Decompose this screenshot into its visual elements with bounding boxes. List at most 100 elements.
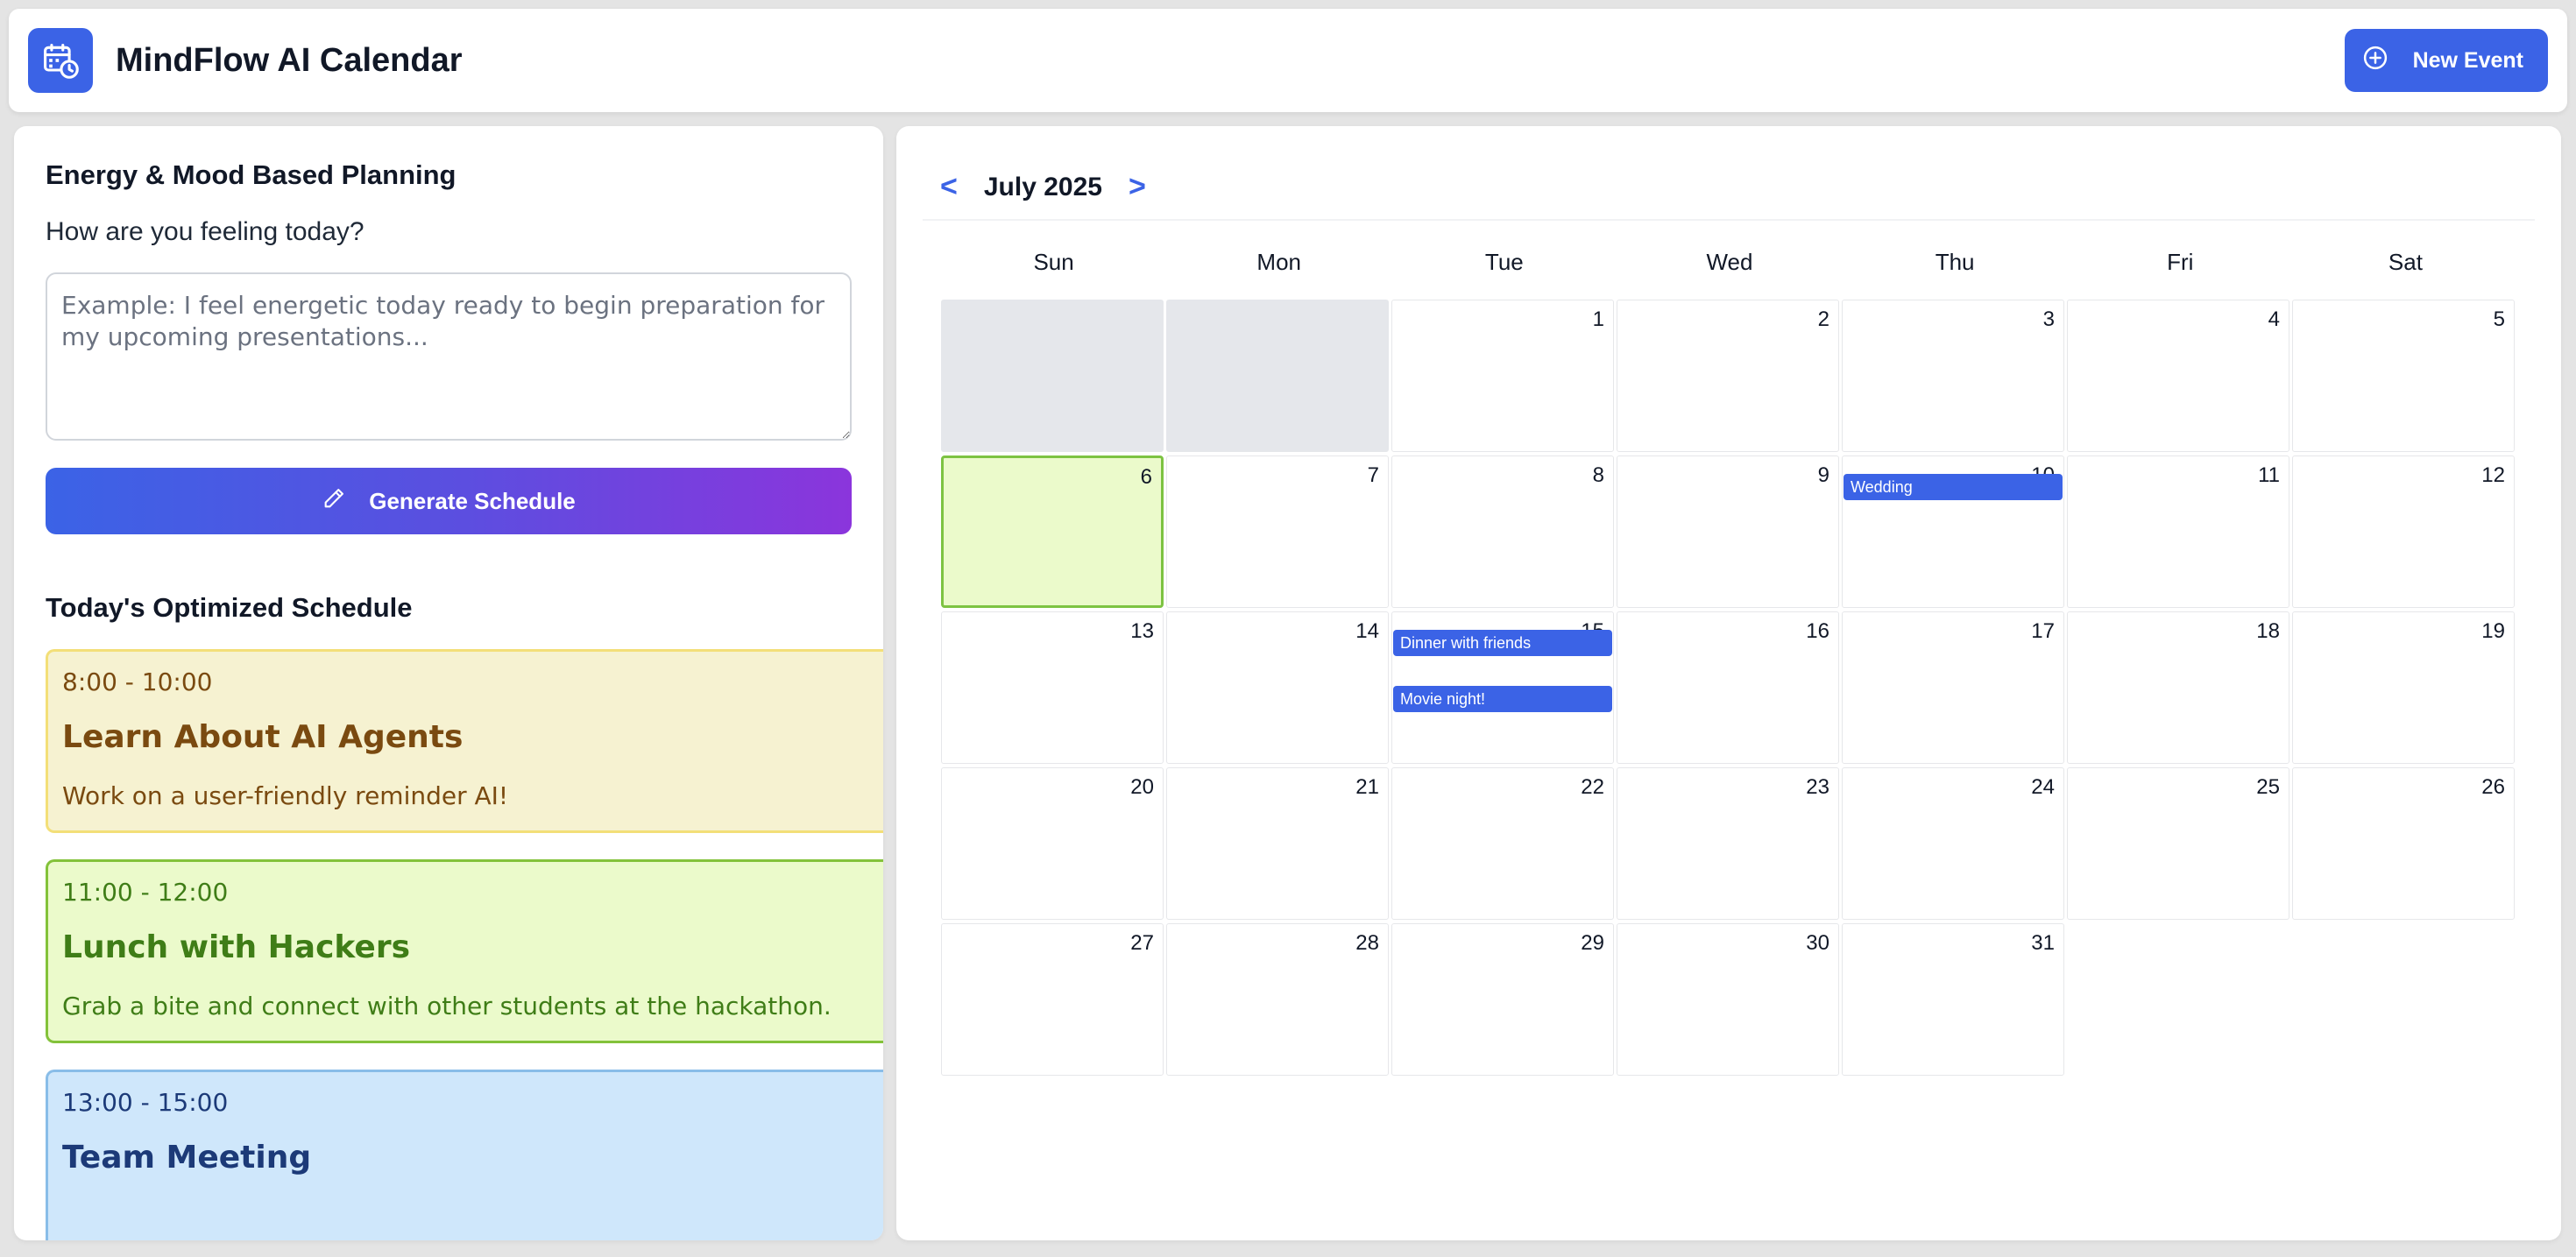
weekday-label: Fri	[2167, 249, 2194, 275]
calendar-day[interactable]: 27	[941, 923, 1164, 1076]
calendar-event[interactable]: Dinner with friends	[1393, 630, 1612, 656]
calendar-day[interactable]: 2	[1617, 300, 1839, 452]
day-number: 21	[1355, 775, 1379, 799]
calendar-day[interactable]: 16	[1617, 611, 1839, 764]
calendar-day[interactable]: 3	[1842, 300, 2064, 452]
schedule-card[interactable]: 11:00 - 12:00 Lunch with Hackers Grab a …	[46, 859, 883, 1043]
month-label: July 2025	[983, 172, 1102, 201]
day-number: 24	[2031, 775, 2055, 799]
calendar-day[interactable]: 28	[1166, 923, 1389, 1076]
weekday-label: Sat	[2388, 249, 2423, 275]
new-event-label: New Event	[2412, 47, 2523, 73]
pencil-icon	[322, 486, 346, 517]
day-number: 19	[2481, 619, 2505, 643]
schedule-description: Grab a bite and connect with other stude…	[62, 992, 832, 1020]
day-number: 2	[1817, 307, 1829, 331]
day-number: 7	[1367, 463, 1379, 487]
weekday-label: Wed	[1706, 249, 1753, 275]
day-number: 13	[1130, 619, 1154, 643]
schedule-description: Work on a user-friendly reminder AI!	[62, 781, 509, 810]
day-number: 9	[1817, 463, 1829, 487]
prev-month-button[interactable]: <	[940, 170, 958, 204]
planner-section-title: Energy & Mood Based Planning	[46, 159, 456, 190]
calendar-day[interactable]: 10Wedding	[1842, 455, 2064, 608]
calendar-day[interactable]: 14	[1166, 611, 1389, 764]
calendar-day[interactable]: 21	[1166, 767, 1389, 920]
generate-schedule-button[interactable]: Generate Schedule	[46, 468, 852, 534]
calendar-day[interactable]: 15Dinner with friendsMovie night!	[1391, 611, 1614, 764]
calendar-event[interactable]: Wedding	[1844, 474, 2063, 500]
schedule-time: 11:00 - 12:00	[62, 878, 229, 907]
app-header: MindFlow AI Calendar New Event	[9, 9, 2567, 112]
calendar-day[interactable]: 11	[2067, 455, 2289, 608]
calendar-day[interactable]: 4	[2067, 300, 2289, 452]
calendar-empty-cell	[941, 300, 1164, 452]
calendar-day[interactable]: 23	[1617, 767, 1839, 920]
calendar-day[interactable]: 18	[2067, 611, 2289, 764]
day-number: 6	[1140, 465, 1152, 489]
day-number: 4	[2268, 307, 2280, 331]
day-number: 8	[1592, 463, 1604, 487]
day-number: 23	[1806, 775, 1829, 799]
weekday-header: Sun Mon Tue Wed Thu Fri Sat	[941, 249, 2518, 276]
calendar-empty-cell	[1166, 300, 1389, 452]
generate-schedule-label: Generate Schedule	[369, 487, 576, 514]
schedule-title: Learn About AI Agents	[62, 719, 464, 755]
brand: MindFlow AI Calendar	[28, 28, 463, 93]
day-number: 26	[2481, 775, 2505, 799]
schedule-section-title: Today's Optimized Schedule	[46, 592, 413, 623]
calendar-day[interactable]: 20	[941, 767, 1164, 920]
day-number: 31	[2031, 931, 2055, 955]
day-number: 29	[1581, 931, 1604, 955]
calendar-day[interactable]: 13	[941, 611, 1164, 764]
calendar-grid: 12345678910Wedding1112131415Dinner with …	[941, 300, 2520, 1076]
mood-prompt-label: How are you feeling today?	[46, 217, 364, 246]
day-number: 3	[2042, 307, 2055, 331]
next-month-button[interactable]: >	[1129, 170, 1146, 204]
calendar-day[interactable]: 31	[1842, 923, 2064, 1076]
calendar-day[interactable]: 24	[1842, 767, 2064, 920]
plus-circle-icon	[2362, 45, 2388, 77]
day-number: 25	[2256, 775, 2280, 799]
mood-input[interactable]	[46, 272, 852, 441]
day-number: 1	[1592, 307, 1604, 331]
month-navigation: < July 2025 >	[940, 170, 1146, 204]
calendar-day[interactable]: 17	[1842, 611, 2064, 764]
divider	[923, 219, 2535, 221]
new-event-button[interactable]: New Event	[2344, 29, 2548, 92]
calendar-day[interactable]: 30	[1617, 923, 1839, 1076]
calendar-clock-icon	[28, 28, 93, 93]
calendar-day[interactable]: 1	[1391, 300, 1614, 452]
schedule-card[interactable]: 13:00 - 15:00 Team Meeting	[46, 1070, 883, 1240]
calendar-day[interactable]: 19	[2292, 611, 2515, 764]
day-number: 30	[1806, 931, 1829, 955]
schedule-time: 8:00 - 10:00	[62, 667, 213, 696]
day-number: 11	[2258, 463, 2280, 487]
calendar-event[interactable]: Movie night!	[1393, 686, 1612, 712]
app-title: MindFlow AI Calendar	[116, 41, 463, 79]
schedule-title: Team Meeting	[62, 1140, 312, 1176]
calendar-day-today[interactable]: 6	[941, 455, 1164, 608]
planner-panel: Energy & Mood Based Planning How are you…	[14, 126, 883, 1240]
calendar-day[interactable]: 7	[1166, 455, 1389, 608]
calendar-day[interactable]: 22	[1391, 767, 1614, 920]
day-number: 5	[2493, 307, 2505, 331]
day-number: 20	[1130, 775, 1154, 799]
calendar-day[interactable]: 8	[1391, 455, 1614, 608]
day-number: 27	[1130, 931, 1154, 955]
day-number: 28	[1355, 931, 1379, 955]
calendar-blank-cell	[2067, 923, 2289, 1076]
calendar-day[interactable]: 5	[2292, 300, 2515, 452]
calendar-day[interactable]: 29	[1391, 923, 1614, 1076]
calendar-day[interactable]: 9	[1617, 455, 1839, 608]
weekday-label: Sun	[1033, 249, 1074, 275]
day-number: 17	[2031, 619, 2055, 643]
day-number: 22	[1581, 775, 1604, 799]
schedule-card[interactable]: 8:00 - 10:00 Learn About AI Agents Work …	[46, 649, 883, 833]
schedule-list: 8:00 - 10:00 Learn About AI Agents Work …	[46, 649, 883, 1240]
calendar-day[interactable]: 25	[2067, 767, 2289, 920]
day-number: 18	[2256, 619, 2280, 643]
weekday-label: Tue	[1484, 249, 1524, 275]
calendar-day[interactable]: 12	[2292, 455, 2515, 608]
calendar-day[interactable]: 26	[2292, 767, 2515, 920]
